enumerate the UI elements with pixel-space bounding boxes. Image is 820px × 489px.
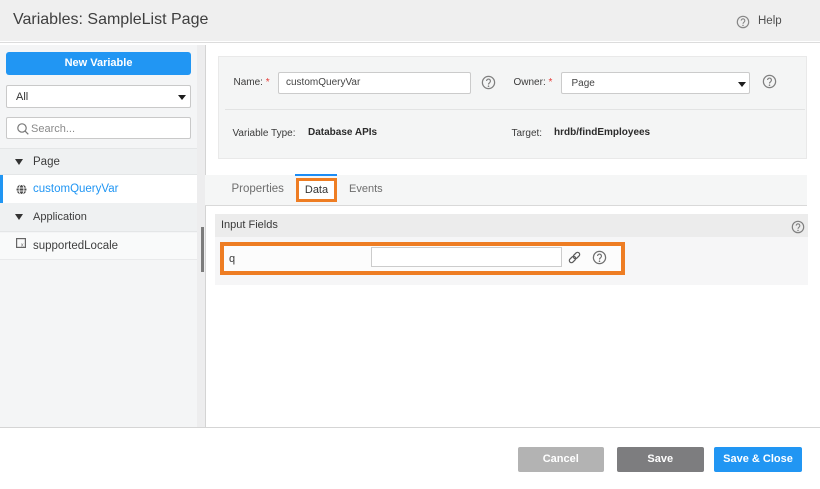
- svg-text:x: x: [21, 242, 24, 248]
